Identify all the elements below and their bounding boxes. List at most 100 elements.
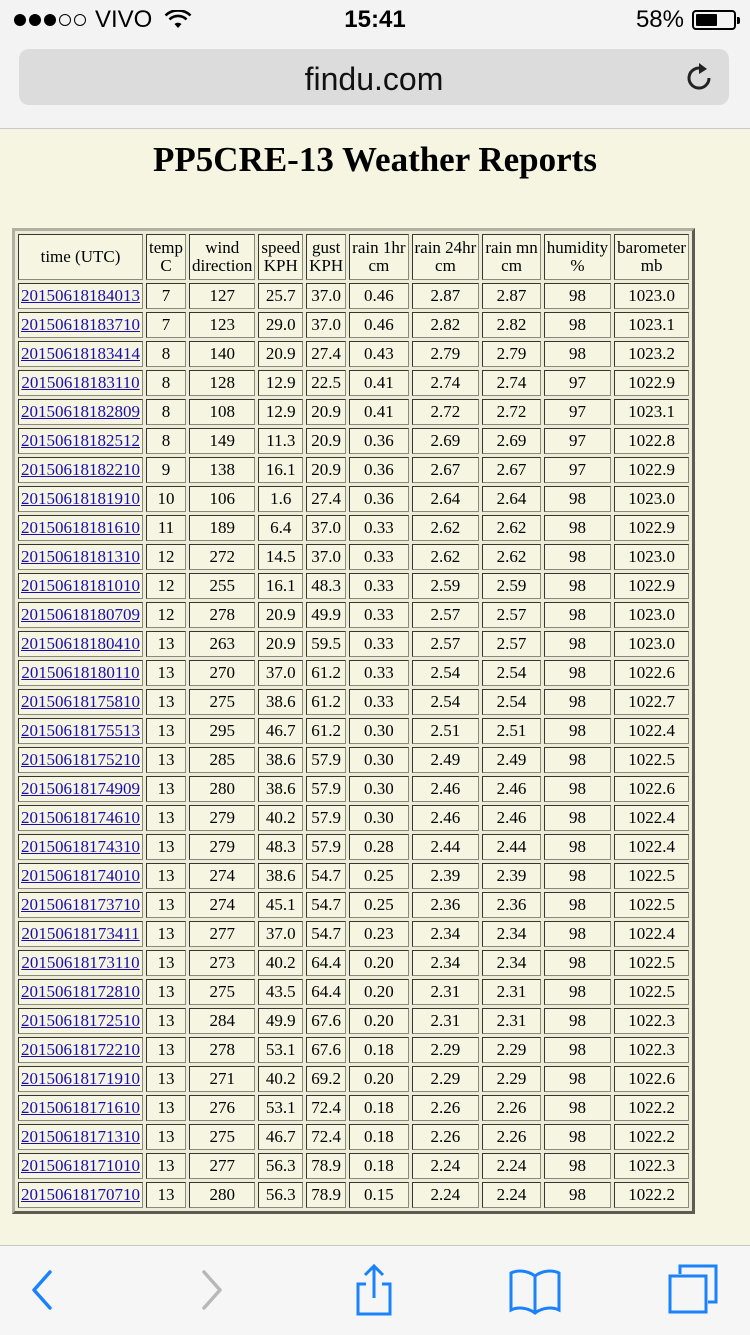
column-header: barometer mb <box>614 234 690 280</box>
report-time-link[interactable]: 20150618174310 <box>21 837 140 856</box>
table-cell: 0.15 <box>349 1182 409 1208</box>
table-cell: 0.36 <box>349 457 409 483</box>
report-time-link[interactable]: 20150618172210 <box>21 1040 140 1059</box>
report-time-link[interactable]: 20150618181910 <box>21 489 140 508</box>
table-cell: 0.25 <box>349 892 409 918</box>
column-header-label: KPH <box>309 256 344 275</box>
table-cell: 272 <box>189 544 256 570</box>
report-time-link[interactable]: 20150618171010 <box>21 1156 140 1175</box>
report-time-link[interactable]: 20150618174909 <box>21 779 140 798</box>
table-cell: 2.31 <box>482 1008 541 1034</box>
table-cell: 1022.2 <box>614 1095 690 1121</box>
forward-chevron-icon[interactable] <box>182 1262 238 1318</box>
reload-icon[interactable] <box>683 61 715 93</box>
table-cell: 1022.3 <box>614 1037 690 1063</box>
table-cell: 98 <box>543 776 612 802</box>
table-cell: 98 <box>543 312 612 338</box>
table-cell: 285 <box>189 747 256 773</box>
browser-toolbar <box>0 1245 750 1335</box>
url-text[interactable]: findu.com <box>19 61 729 98</box>
table-cell: 54.7 <box>306 892 347 918</box>
report-time-link[interactable]: 20150618172810 <box>21 982 140 1001</box>
table-cell: 97 <box>543 457 612 483</box>
table-cell: 13 <box>146 979 186 1005</box>
table-cell: 2.31 <box>482 979 541 1005</box>
report-time-link[interactable]: 20150618180110 <box>21 663 139 682</box>
report-time-link[interactable]: 20150618170710 <box>21 1185 140 1204</box>
battery-percent: 58% <box>635 6 684 33</box>
table-cell: 278 <box>189 1037 256 1063</box>
share-icon[interactable] <box>346 1262 402 1318</box>
report-time-link[interactable]: 20150618181310 <box>21 547 140 566</box>
table-cell: 13 <box>146 834 186 860</box>
table-row: 20150618175210 13 285 38.6 57.9 0.30 2.49 2.49 9… <box>18 747 690 773</box>
report-time-link[interactable]: 20150618171910 <box>21 1069 140 1088</box>
table-cell: 1023.0 <box>614 283 690 309</box>
tabs-icon[interactable] <box>666 1262 722 1318</box>
report-time-link[interactable]: 20150618182809 <box>21 402 140 421</box>
table-cell: 9 <box>146 457 186 483</box>
report-time-link[interactable]: 20150618175810 <box>21 692 140 711</box>
table-cell: 56.3 <box>258 1182 304 1208</box>
report-time-link[interactable]: 20150618173710 <box>21 895 140 914</box>
table-cell: 138 <box>189 457 256 483</box>
time-cell: 20150618171010 <box>18 1153 143 1179</box>
table-cell: 97 <box>543 370 612 396</box>
report-time-link[interactable]: 20150618174610 <box>21 808 140 827</box>
table-cell: 280 <box>189 776 256 802</box>
table-cell: 11 <box>146 515 186 541</box>
table-cell: 2.24 <box>411 1182 480 1208</box>
address-bar-area: findu.com <box>0 40 750 129</box>
bookmarks-book-icon[interactable] <box>507 1262 563 1318</box>
report-time-link[interactable]: 20150618183414 <box>21 344 140 363</box>
time-cell: 20150618170710 <box>18 1182 143 1208</box>
table-cell: 49.9 <box>258 1008 304 1034</box>
table-cell: 57.9 <box>306 776 347 802</box>
table-cell: 2.72 <box>482 399 541 425</box>
table-cell: 2.34 <box>482 950 541 976</box>
column-header-label: time (UTC) <box>40 247 121 266</box>
table-cell: 37.0 <box>306 544 347 570</box>
table-cell: 97 <box>543 399 612 425</box>
table-cell: 279 <box>189 834 256 860</box>
report-time-link[interactable]: 20150618182512 <box>21 431 140 450</box>
table-cell: 274 <box>189 892 256 918</box>
table-cell: 1023.0 <box>614 486 690 512</box>
column-header: rain 1hr cm <box>349 234 409 280</box>
table-cell: 40.2 <box>258 805 304 831</box>
address-bar[interactable]: findu.com <box>19 49 729 105</box>
table-cell: 1022.5 <box>614 863 690 889</box>
table-cell: 20.9 <box>306 399 347 425</box>
table-cell: 98 <box>543 689 612 715</box>
report-time-link[interactable]: 20150618173411 <box>21 924 139 943</box>
table-cell: 2.59 <box>482 573 541 599</box>
table-cell: 57.9 <box>306 805 347 831</box>
table-cell: 2.24 <box>411 1153 480 1179</box>
report-time-link[interactable]: 20150618180709 <box>21 605 140 624</box>
table-row: 20150618182809 8 108 12.9 20.9 0.41 2.72 2.72 97… <box>18 399 690 425</box>
back-chevron-icon[interactable] <box>16 1262 72 1318</box>
time-cell: 20150618173710 <box>18 892 143 918</box>
table-cell: 12.9 <box>258 370 304 396</box>
report-time-link[interactable]: 20150618180410 <box>21 634 140 653</box>
column-header: wind direction <box>189 234 256 280</box>
report-time-link[interactable]: 20150618183710 <box>21 315 140 334</box>
table-cell: 67.6 <box>306 1008 347 1034</box>
table-cell: 1022.2 <box>614 1124 690 1150</box>
report-time-link[interactable]: 20150618174010 <box>21 866 140 885</box>
report-time-link[interactable]: 20150618171610 <box>21 1098 140 1117</box>
table-row: 20150618174310 13 279 48.3 57.9 0.28 2.44 2.44 9… <box>18 834 690 860</box>
report-time-link[interactable]: 20150618175210 <box>21 750 140 769</box>
report-time-link[interactable]: 20150618172510 <box>21 1011 140 1030</box>
report-time-link[interactable]: 20150618182210 <box>21 460 140 479</box>
table-cell: 97 <box>543 428 612 454</box>
report-time-link[interactable]: 20150618171310 <box>21 1127 140 1146</box>
column-header: rain mn cm <box>482 234 541 280</box>
report-time-link[interactable]: 20150618183110 <box>21 373 139 392</box>
report-time-link[interactable]: 20150618184013 <box>21 286 140 305</box>
report-time-link[interactable]: 20150618173110 <box>21 953 139 972</box>
table-cell: 276 <box>189 1095 256 1121</box>
report-time-link[interactable]: 20150618181010 <box>21 576 140 595</box>
report-time-link[interactable]: 20150618181610 <box>21 518 140 537</box>
report-time-link[interactable]: 20150618175513 <box>21 721 140 740</box>
